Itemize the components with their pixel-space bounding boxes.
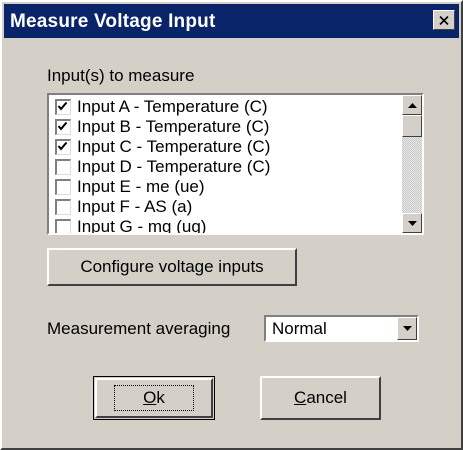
inputs-label: Input(s) to measure [47,66,195,85]
input-list-item[interactable]: Input C - Temperature (C) [55,137,395,157]
configure-button-label: Configure voltage inputs [80,257,264,276]
close-icon [439,15,449,25]
cancel-button-label: Cancel [294,388,347,407]
inputs-listbox[interactable]: Input A - Temperature (C) Input B - Tempe… [47,93,424,235]
arrow-down-icon [407,220,417,226]
averaging-label: Measurement averaging [47,319,231,338]
ok-button-label: Ok [143,388,165,407]
input-label: Input G - mg (ug) [77,217,207,233]
input-list-item[interactable]: Input D - Temperature (C) [55,157,395,177]
input-list-item[interactable]: Input A - Temperature (C) [55,97,395,117]
chevron-down-icon [402,326,412,331]
inputs-list: Input A - Temperature (C) Input B - Tempe… [55,97,395,233]
input-list-item[interactable]: Input F - AS (a) [55,197,395,217]
input-label: Input D - Temperature (C) [77,157,271,176]
input-label: Input A - Temperature (C) [77,97,268,116]
measure-voltage-dialog: Measure Voltage Input Input(s) to measur… [0,0,463,450]
ok-button[interactable]: Ok [93,376,215,420]
checkmark-icon [57,101,68,111]
input-label: Input B - Temperature (C) [77,117,270,136]
listbox-scrollbar[interactable] [402,95,422,233]
dialog-title: Measure Voltage Input [10,11,216,32]
input-checkbox[interactable] [55,99,71,115]
input-list-item[interactable]: Input G - mg (ug) [55,217,395,233]
averaging-dropdown-button[interactable] [397,317,417,340]
input-list-item[interactable]: Input B - Temperature (C) [55,117,395,137]
ok-focus-rect: Ok [114,385,194,411]
input-checkbox[interactable] [55,139,71,155]
configure-voltage-inputs-button[interactable]: Configure voltage inputs [47,248,297,286]
input-checkbox[interactable] [55,199,71,215]
averaging-value: Normal [272,319,327,338]
scroll-thumb[interactable] [402,115,422,137]
input-checkbox[interactable] [55,159,71,175]
input-checkbox[interactable] [55,119,71,135]
cancel-button[interactable]: Cancel [260,376,381,420]
title-bar[interactable]: Measure Voltage Input [4,4,459,38]
input-label: Input E - me (ue) [77,177,205,196]
scroll-down-button[interactable] [402,213,422,233]
checkmark-icon [57,121,68,131]
input-label: Input F - AS (a) [77,197,193,216]
scroll-up-button[interactable] [402,95,422,115]
input-checkbox[interactable] [55,219,71,233]
input-label: Input C - Temperature (C) [77,137,271,156]
input-list-item[interactable]: Input E - me (ue) [55,177,395,197]
checkmark-icon [57,141,68,151]
arrow-up-icon [407,102,417,108]
averaging-select[interactable]: Normal [264,315,419,342]
close-button[interactable] [433,10,455,30]
input-checkbox[interactable] [55,179,71,195]
